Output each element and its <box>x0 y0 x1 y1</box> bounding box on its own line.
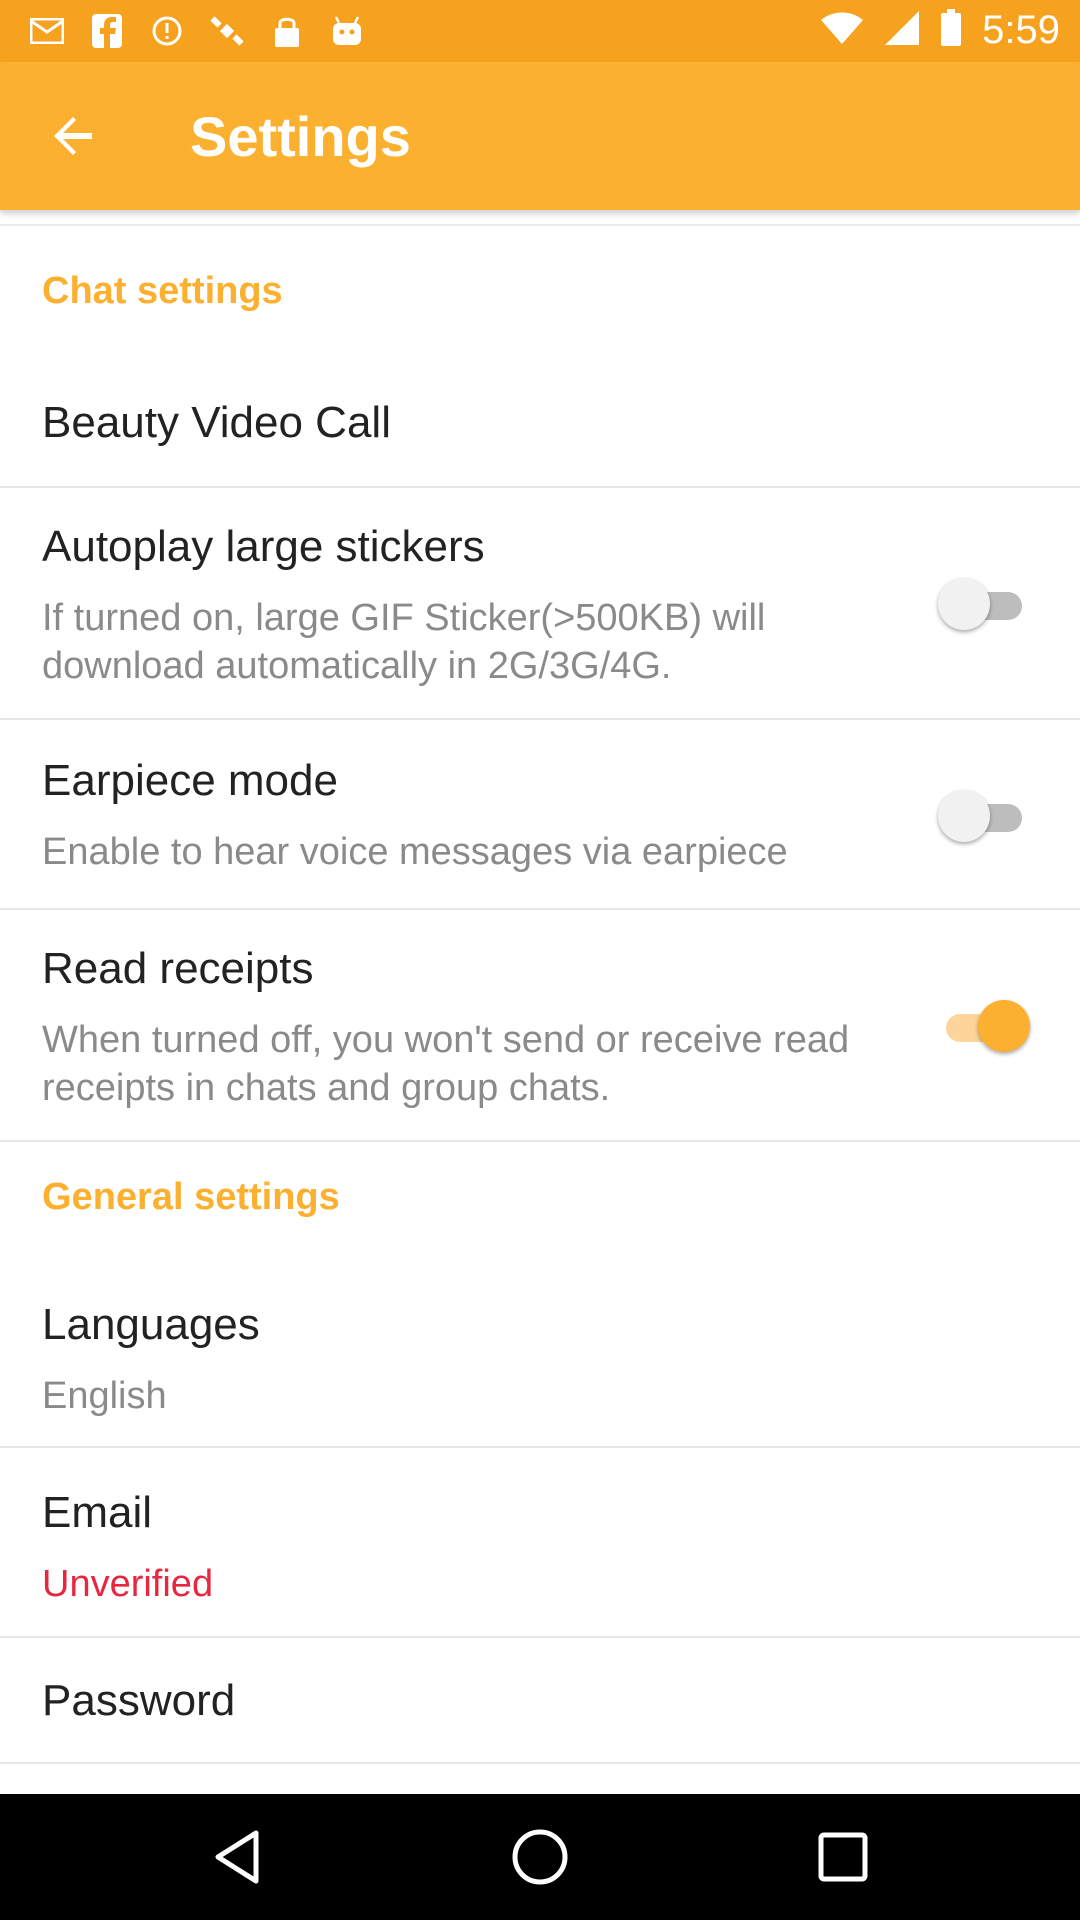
lock-icon <box>268 12 306 50</box>
earpiece-toggle[interactable] <box>938 786 1030 846</box>
navigation-bar <box>0 1794 1080 1920</box>
setting-earpiece-mode[interactable]: Earpiece mode Enable to hear voice messa… <box>0 720 1080 910</box>
setting-title: Earpiece mode <box>42 756 338 805</box>
status-time: 5:59 <box>982 8 1060 52</box>
app-bar: Settings <box>0 62 1080 210</box>
nav-recents-button[interactable] <box>808 1822 878 1892</box>
back-triangle-icon <box>215 1830 259 1884</box>
wifi-icon <box>820 11 864 50</box>
setting-title: Beauty Video Call <box>42 398 391 447</box>
setting-languages[interactable]: Languages English <box>0 1274 1080 1448</box>
setting-description: When turned off, you won't send or recei… <box>42 1019 850 1109</box>
arrow-left-icon <box>54 117 92 155</box>
setting-autoplay-stickers[interactable]: Autoplay large stickers If turned on, la… <box>0 488 1080 720</box>
divider <box>0 224 1080 226</box>
setting-title: Password <box>42 1676 236 1725</box>
setting-description: If turned on, large GIF Sticker(>500KB) … <box>42 597 766 687</box>
read-receipts-toggle[interactable] <box>938 996 1030 1056</box>
home-circle-icon <box>512 1829 568 1885</box>
setting-description: Enable to hear voice messages via earpie… <box>42 831 788 873</box>
android-icon <box>328 12 366 50</box>
signal-icon <box>884 10 920 51</box>
toggle-thumb <box>938 790 990 842</box>
alert-circle-icon <box>148 12 186 50</box>
setting-title: Email <box>42 1488 153 1537</box>
notification-icons <box>28 12 366 50</box>
section-header-general: General settings <box>42 1176 340 1218</box>
status-bar: 5:59 <box>0 0 1080 62</box>
setting-title: Read receipts <box>42 944 314 993</box>
page-title: Settings <box>190 105 411 168</box>
settings-list[interactable]: Chat settings Beauty Video Call Autoplay… <box>0 210 1080 1794</box>
system-status-icons: 5:59 <box>820 8 1060 53</box>
mail-icon <box>28 12 66 50</box>
setting-value: English <box>42 1375 167 1417</box>
nav-back-button[interactable] <box>202 1822 272 1892</box>
facebook-icon <box>88 12 126 50</box>
autoplay-toggle[interactable] <box>938 574 1030 634</box>
satellite-icon <box>208 12 246 50</box>
setting-email[interactable]: Email Unverified <box>0 1448 1080 1638</box>
nav-home-button[interactable] <box>505 1822 575 1892</box>
email-status: Unverified <box>42 1563 214 1605</box>
setting-title: Autoplay large stickers <box>42 522 485 571</box>
back-button[interactable] <box>40 102 108 170</box>
setting-beauty-video-call[interactable]: Beauty Video Call <box>0 370 1080 488</box>
setting-read-receipts[interactable]: Read receipts When turned off, you won't… <box>0 910 1080 1142</box>
setting-title: Languages <box>42 1300 260 1349</box>
toggle-thumb <box>978 1000 1030 1052</box>
recents-square-icon <box>818 1832 868 1882</box>
setting-password[interactable]: Password <box>0 1638 1080 1764</box>
battery-icon <box>940 9 962 52</box>
section-header-chat: Chat settings <box>42 270 283 312</box>
toggle-thumb <box>938 578 990 630</box>
